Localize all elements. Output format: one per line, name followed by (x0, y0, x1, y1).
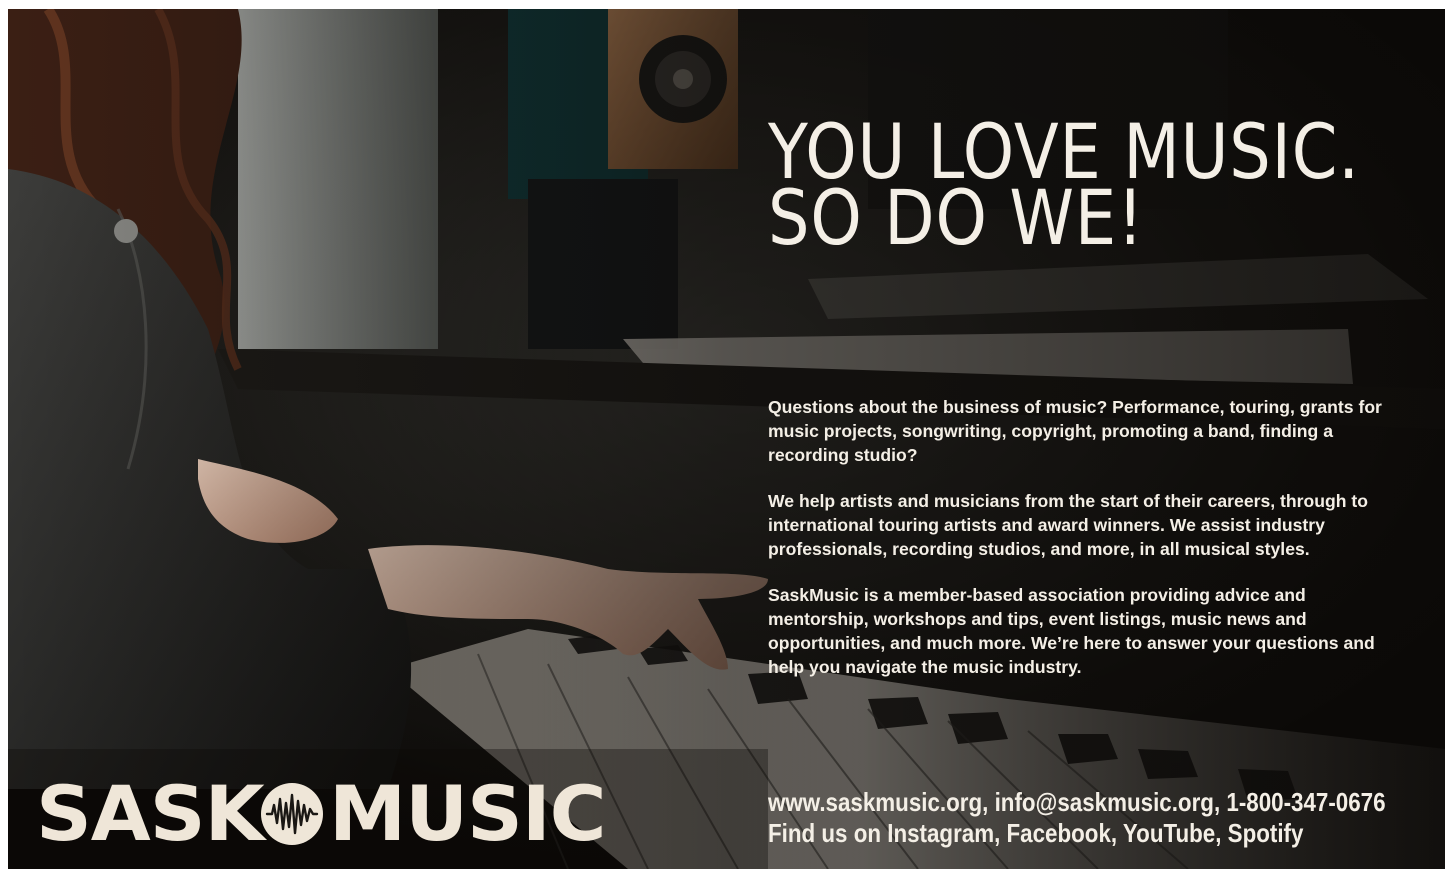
contact-info: www.saskmusic.org, info@saskmusic.org, 1… (768, 787, 1386, 849)
body-copy: Questions about the business of music? P… (768, 395, 1408, 701)
headline: YOU LOVE MUSIC. SO DO WE! (768, 114, 1359, 256)
logo-word-sask: SASK (36, 769, 265, 858)
body-paragraph-2: We help artists and musicians from the s… (768, 491, 1368, 559)
advertisement: YOU LOVE MUSIC. SO DO WE! Questions abou… (8, 9, 1445, 869)
logo-word-music: MUSIC (329, 769, 607, 858)
body-paragraph-3: SaskMusic is a member-based association … (768, 585, 1375, 677)
saskmusic-logo: SASK MUSIC (36, 774, 626, 854)
contact-social[interactable]: Find us on Instagram, Facebook, YouTube,… (768, 818, 1336, 849)
sound-wave-emblem-icon (261, 783, 324, 845)
contact-web-email-phone[interactable]: www.saskmusic.org, info@saskmusic.org, 1… (768, 787, 1386, 818)
body-paragraph-1: Questions about the business of music? P… (768, 397, 1382, 465)
